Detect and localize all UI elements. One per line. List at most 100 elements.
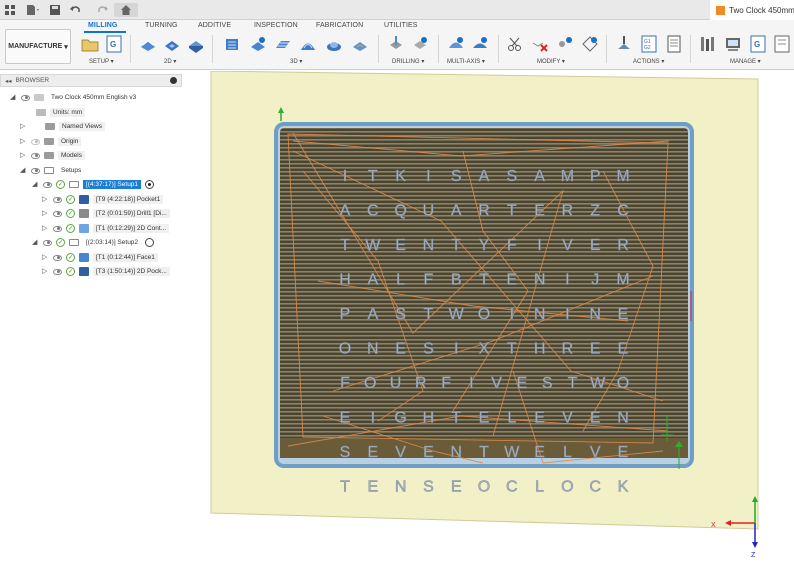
expand-triangle-icon[interactable]: ▷ [20, 152, 27, 159]
clock-letter: O [339, 341, 351, 358]
clock-letter: I [469, 375, 473, 392]
post-library-icon[interactable]: G [748, 34, 768, 54]
collapse-triangle-icon[interactable]: ◢ [10, 94, 17, 101]
undo-icon[interactable] [68, 3, 86, 17]
tree-contour[interactable]: ▷ ✓ [T1 (0:12:29)] 2D Cont... [42, 222, 170, 235]
tree-named-views[interactable]: ▷ Named Views [20, 120, 105, 133]
visibility-eye-icon[interactable] [43, 239, 52, 246]
setup-radio-icon[interactable] [145, 238, 155, 247]
modify-pattern-icon[interactable] [555, 34, 575, 54]
clock-letter: F [507, 237, 517, 254]
machine-library-icon[interactable] [723, 34, 743, 54]
visibility-eye-icon[interactable] [43, 181, 52, 188]
group-multi-axis[interactable]: MULTI-AXIS ▾ [447, 58, 485, 65]
clock-letter: O [478, 306, 490, 323]
visibility-eye-icon[interactable] [53, 196, 62, 203]
2d-pocket-icon[interactable] [162, 34, 182, 54]
home-icon[interactable] [114, 3, 138, 17]
save-icon[interactable] [48, 3, 62, 17]
delete-toolpath-icon[interactable] [530, 34, 550, 54]
nc-program-icon[interactable]: G [104, 34, 124, 54]
collapse-triangle-icon[interactable]: ◢ [32, 239, 39, 246]
scissors-icon[interactable] [505, 34, 525, 54]
clock-letter: S [451, 168, 462, 185]
tab-fabrication[interactable]: FABRICATION [316, 22, 363, 29]
tab-milling[interactable]: MILLING [88, 22, 117, 29]
tree-units[interactable]: Units: mm [36, 106, 86, 119]
group-setup[interactable]: SETUP ▾ [89, 58, 114, 65]
collapse-icon[interactable]: ◂◂ [5, 77, 12, 85]
viewport-canvas[interactable]: I T K I S A S A M P MA C Q U A R T E R Z CT W E N T Y F I V E RH A L F B T E… [183, 70, 794, 570]
document-tab[interactable]: Two Clock 450mm E [710, 0, 794, 20]
3d-adaptive-icon[interactable] [222, 34, 242, 54]
tool-library-icon[interactable] [698, 34, 718, 54]
3d-pocket-icon[interactable] [248, 34, 268, 54]
tree-setup1[interactable]: ◢ ✓ [(4:37:17)] Setup1 [32, 178, 155, 191]
group-3d[interactable]: 3D ▾ [290, 58, 302, 65]
tree-models[interactable]: ▷ Models [20, 149, 85, 162]
expand-triangle-icon[interactable]: ▷ [42, 254, 49, 261]
valid-check-icon: ✓ [66, 195, 75, 204]
collapse-triangle-icon[interactable]: ◢ [20, 167, 27, 174]
expand-triangle-icon[interactable]: ▷ [42, 268, 49, 275]
visibility-eye-icon[interactable] [53, 254, 62, 261]
flat-icon[interactable] [350, 34, 370, 54]
visibility-eye-icon[interactable] [21, 94, 30, 101]
visibility-eye-icon[interactable] [31, 152, 40, 159]
template-library-icon[interactable] [772, 34, 792, 54]
2d-adaptive-icon[interactable] [138, 34, 158, 54]
tree-pocket2[interactable]: ▷ ✓ [T3 (1:50:14)] 2D Pock... [42, 265, 170, 278]
multi-axis-contour-icon[interactable] [470, 34, 490, 54]
tree-drill1[interactable]: ▷ ✓ [T2 (0:01:59)] Drill1 [Di... [42, 207, 170, 220]
post-process-icon[interactable]: G1 G2 [639, 34, 659, 54]
collapse-triangle-icon[interactable]: ◢ [32, 181, 39, 188]
tree-setup2[interactable]: ◢ ✓ [(2:03:14)] Setup2 [32, 236, 155, 249]
tree-face1[interactable]: ▷ ✓ [T1 (0:12:44)] Face1 [42, 251, 158, 264]
drill-icon[interactable] [386, 34, 406, 54]
clock-letter: E [618, 341, 629, 358]
visibility-eye-icon[interactable] [31, 167, 40, 174]
tree-root[interactable]: ◢ Two Clock 450mm English v3 [10, 91, 140, 104]
drill-op-icon [79, 209, 89, 218]
face-icon[interactable] [186, 34, 206, 54]
visibility-eye-icon[interactable] [53, 268, 62, 275]
expand-triangle-icon[interactable]: ▷ [42, 196, 49, 203]
workspace-switcher[interactable]: MANUFACTURE ▾ [5, 29, 71, 64]
group-drilling[interactable]: DRILLING ▾ [392, 58, 424, 65]
tab-turning[interactable]: TURNING [145, 22, 178, 29]
tree-origin[interactable]: ▷ Origin [20, 135, 82, 148]
bore-icon[interactable] [410, 34, 430, 54]
simulate-icon[interactable] [614, 34, 634, 54]
tab-inspection[interactable]: INSPECTION [254, 22, 298, 29]
visibility-eye-icon[interactable] [53, 210, 62, 217]
graphics-viewport[interactable]: ITKISASAMPMACQUARTERZCTWENTYFIVERHALFBTE… [183, 70, 794, 570]
manipulate-icon[interactable] [580, 34, 600, 54]
group-2d[interactable]: 2D ▾ [164, 58, 176, 65]
visibility-eye-icon[interactable] [31, 138, 40, 145]
group-manage[interactable]: MANAGE ▾ [730, 58, 761, 65]
contour-icon[interactable] [298, 34, 318, 54]
grid-icon[interactable] [4, 3, 16, 17]
tree-setups[interactable]: ◢ Setups [20, 164, 85, 177]
expand-triangle-icon[interactable]: ▷ [42, 225, 49, 232]
clock-letter: T [340, 237, 350, 254]
group-modify[interactable]: MODIFY ▾ [537, 58, 565, 65]
group-actions[interactable]: ACTIONS ▾ [633, 58, 664, 65]
expand-triangle-icon[interactable]: ▷ [20, 138, 27, 145]
visibility-eye-icon[interactable] [53, 225, 62, 232]
scallop-icon[interactable] [324, 34, 344, 54]
redo-icon[interactable] [92, 3, 110, 17]
parallel-icon[interactable] [273, 34, 293, 54]
expand-triangle-icon[interactable]: ▷ [20, 123, 27, 130]
file-icon[interactable] [24, 3, 42, 17]
clock-letter: N [423, 237, 435, 254]
folder-setup-icon[interactable] [80, 34, 100, 54]
swarf-icon[interactable] [446, 34, 466, 54]
active-setup-radio-icon[interactable] [145, 180, 155, 189]
browser-options-icon[interactable] [170, 77, 177, 84]
tab-additive[interactable]: ADDITIVE [198, 22, 231, 29]
tree-pocket1[interactable]: ▷ ✓ [T9 (4:22:18)] Pocket1 [42, 193, 164, 206]
expand-triangle-icon[interactable]: ▷ [42, 210, 49, 217]
tab-utilities[interactable]: UTILITIES [384, 22, 418, 29]
setup-sheet-icon[interactable] [664, 34, 684, 54]
